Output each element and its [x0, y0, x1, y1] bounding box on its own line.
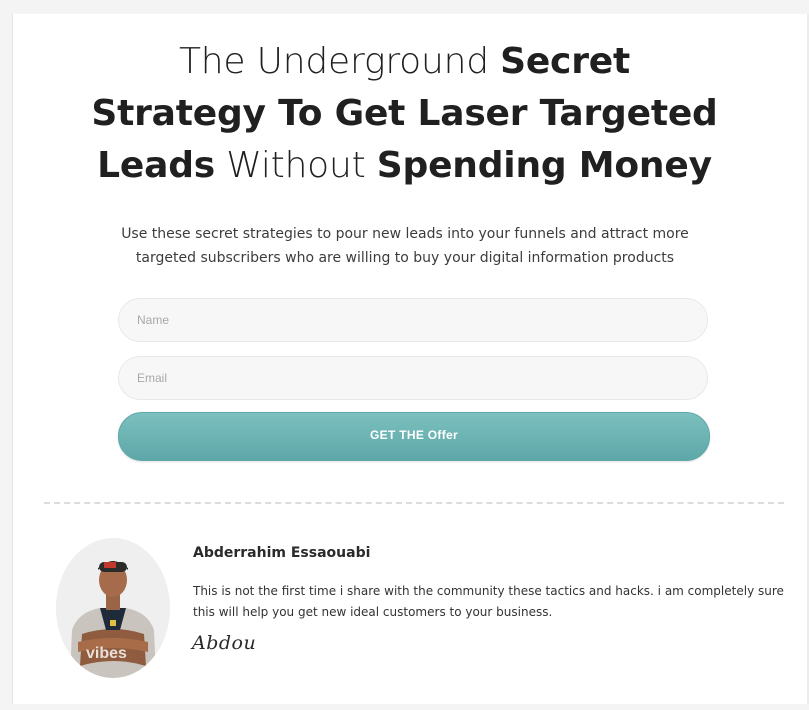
svg-text:vibes: vibes: [86, 645, 127, 662]
headline-bold-text: Secret: [500, 41, 630, 82]
author-signature: Abdou: [192, 632, 257, 654]
author-photo: vibes: [56, 538, 170, 678]
author-name: Abderrahim Essaouabi: [193, 545, 371, 561]
headline-bold-text: Strategy To Get Laser Targeted: [91, 93, 718, 134]
section-divider: [44, 502, 784, 504]
headline-line-2: Strategy To Get Laser Targeted: [0, 88, 809, 140]
headline-line-1: The Underground Secret: [0, 36, 809, 88]
headline-bold-text: Leads: [97, 145, 215, 186]
get-offer-button[interactable]: GET THE Offer: [118, 412, 710, 461]
name-input[interactable]: [118, 298, 708, 342]
subheadline: Use these secret strategies to pour new …: [121, 226, 689, 266]
email-input[interactable]: [118, 356, 708, 400]
headline-light-text: Without: [215, 145, 377, 186]
avatar: vibes: [56, 538, 170, 678]
author-bio: This is not the first time i share with …: [193, 584, 784, 619]
headline: The Underground Secret Strategy To Get L…: [0, 36, 809, 192]
headline-bold-text: Spending Money: [376, 145, 712, 186]
headline-light-text: The Underground: [179, 41, 501, 82]
headline-line-3: Leads Without Spending Money: [0, 140, 809, 192]
